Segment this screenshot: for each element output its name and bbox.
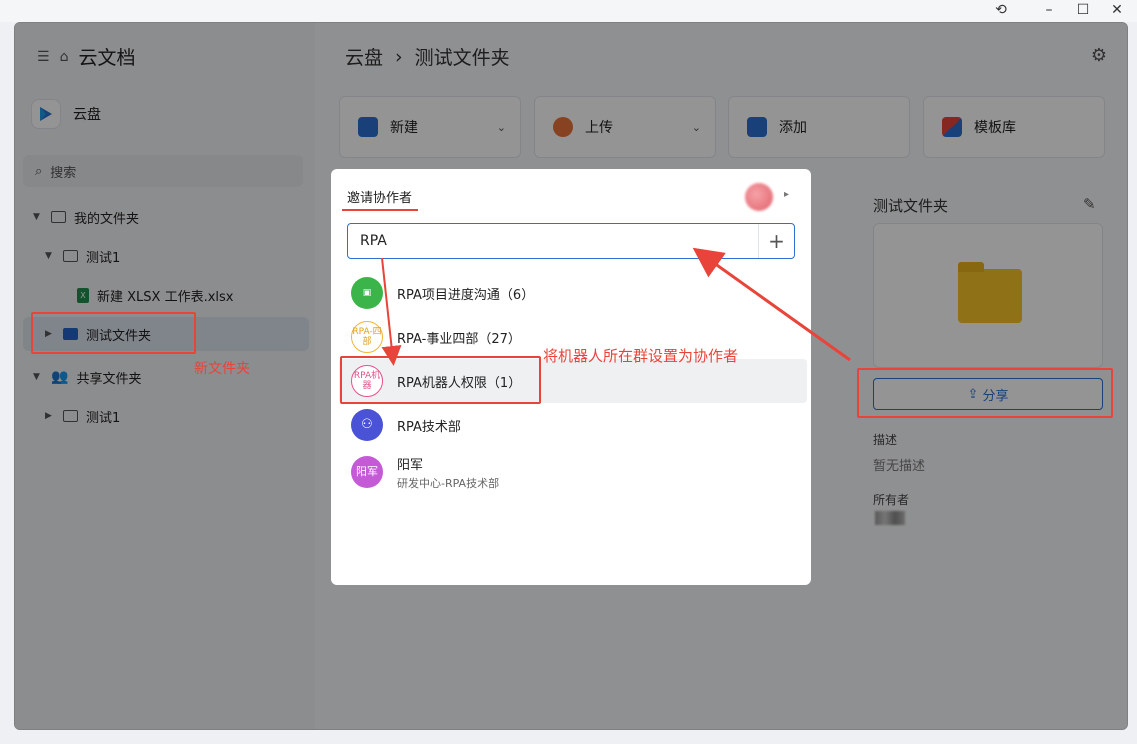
collaborator-search-input[interactable] bbox=[348, 224, 758, 258]
annotation-box-folder bbox=[31, 312, 196, 354]
title-bar: ⟲ – ☐ ✕ bbox=[0, 0, 1137, 22]
close-button[interactable]: ✕ bbox=[1102, 0, 1132, 20]
avatar[interactable] bbox=[745, 183, 773, 211]
minimize-button[interactable]: – bbox=[1034, 0, 1064, 20]
annotation-box-result bbox=[340, 356, 541, 404]
chevron-right-icon[interactable]: ▸ bbox=[784, 189, 789, 200]
collaborator-search: + bbox=[347, 223, 795, 259]
result-item[interactable]: ⚇ RPA技术部 bbox=[339, 403, 807, 447]
history-icon[interactable]: ⟲ bbox=[986, 0, 1016, 20]
annotation-set-collaborator: 将机器人所在群设置为协作者 bbox=[543, 347, 739, 365]
add-icon[interactable]: + bbox=[758, 224, 794, 258]
result-name: RPA技术部 bbox=[397, 419, 461, 435]
result-name: 阳军 bbox=[397, 457, 424, 473]
annotation-underline bbox=[342, 209, 418, 211]
result-name: RPA-事业四部（27） bbox=[397, 331, 521, 347]
result-subtitle: 研发中心-RPA技术部 bbox=[397, 476, 500, 490]
maximize-button[interactable]: ☐ bbox=[1068, 0, 1098, 20]
result-name: RPA项目进度沟通（6） bbox=[397, 287, 535, 303]
group-chat-icon: ▣ bbox=[351, 277, 383, 309]
user-avatar: 阳军 bbox=[351, 456, 383, 488]
annotation-new-folder: 新文件夹 bbox=[194, 361, 250, 377]
group-avatar: RPA-四部 bbox=[351, 321, 383, 353]
annotation-box-share bbox=[857, 368, 1113, 418]
department-icon: ⚇ bbox=[351, 409, 383, 441]
dialog-title: 邀请协作者 bbox=[347, 191, 413, 206]
result-item[interactable]: ▣ RPA项目进度沟通（6） bbox=[339, 271, 807, 315]
result-item[interactable]: 阳军 阳军 研发中心-RPA技术部 bbox=[339, 449, 807, 495]
